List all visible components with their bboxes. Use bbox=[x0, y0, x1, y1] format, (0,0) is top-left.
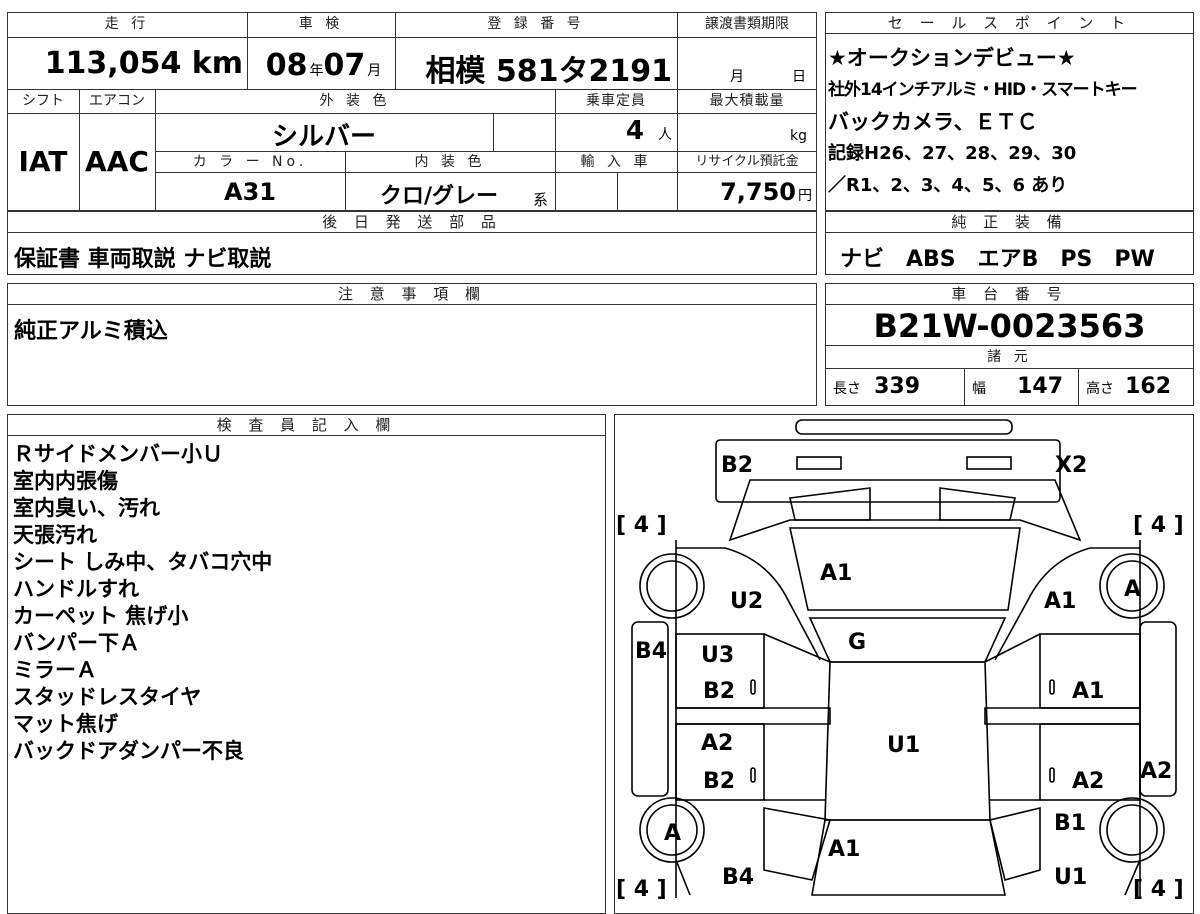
shift-label: シフト bbox=[22, 93, 64, 109]
cautions-value: 純正アルミ積込 bbox=[14, 319, 168, 344]
label-windshield: G bbox=[848, 630, 866, 655]
chassis-header: 車 台 番 号 bbox=[826, 284, 1193, 305]
later-parts-value: 保証書 車両取説 ナビ取説 bbox=[14, 247, 272, 272]
registration-label: 登 録 番 号 bbox=[487, 16, 585, 32]
note-12: バックドアダンパー不良 bbox=[13, 739, 244, 763]
import-label: 輸 入 車 bbox=[580, 154, 652, 170]
spec-length: 長さ 339 bbox=[833, 374, 921, 399]
note-10: スタッドレスタイヤ bbox=[13, 685, 202, 709]
chassis-number: B21W-0023563 bbox=[873, 307, 1146, 345]
color-no-label: カ ラ ー No. bbox=[192, 154, 308, 170]
note-7: カーペット 焦げ小 bbox=[13, 604, 189, 628]
label-door-fl-upper: U3 bbox=[701, 643, 734, 668]
shift-value: IAT bbox=[18, 145, 68, 178]
genuine-equipment-value: ナビ ABS エアB PS PW bbox=[840, 247, 1155, 272]
label-hood: A1 bbox=[820, 561, 852, 586]
max-load-label: 最大積載量 bbox=[709, 93, 785, 109]
interior-suffix: 系 bbox=[533, 191, 549, 209]
label-roof: U1 bbox=[887, 733, 920, 758]
capacity-label: 乗車定員 bbox=[586, 93, 646, 109]
shaken-value: 08 年07 月 bbox=[265, 48, 382, 83]
label-door-rl-upper: A2 bbox=[701, 731, 733, 756]
sales-point-3: バックカメラ、ＥＴＣ bbox=[828, 110, 1038, 134]
note-6: ハンドルすれ bbox=[13, 577, 139, 601]
recycle-value: 7,750 円 bbox=[720, 178, 812, 206]
max-load-unit: kg bbox=[790, 128, 807, 144]
spec-height: 高さ 162 bbox=[1086, 374, 1172, 399]
label-quarter-right: B1 bbox=[1054, 811, 1086, 836]
cautions-header: 注 意 事 項 欄 bbox=[8, 284, 816, 305]
note-1: Ｒサイドメンバー小Ｕ bbox=[13, 442, 223, 466]
deadline-day-unit: 日 bbox=[792, 69, 806, 85]
mileage-label: 走 行 bbox=[104, 16, 150, 32]
label-wheel-fr: A bbox=[1124, 577, 1141, 602]
interior-color-value: クロ/グレー bbox=[380, 184, 499, 209]
label-door-rl-lower: B2 bbox=[703, 769, 735, 794]
recycle-label: リサイクル預託金 bbox=[695, 154, 799, 169]
car-diagram: B2 X2 [ 4 ] [ 4 ] A1 U2 A1 A G B4 U3 B2 … bbox=[616, 419, 1184, 900]
label-door-fl-lower: B2 bbox=[703, 679, 735, 704]
note-11: マット焦げ bbox=[13, 712, 118, 736]
sales-points-header: セ ー ル ス ポ イ ン ト bbox=[826, 13, 1193, 34]
mileage-value: 113,054 km bbox=[44, 46, 243, 81]
transfer-deadline-label: 譲渡書類期限 bbox=[705, 16, 789, 32]
label-front-right: X2 bbox=[1055, 453, 1087, 478]
sales-point-5: ／R1、2、3、4、5、6 あり bbox=[828, 175, 1068, 196]
aircon-value: AAC bbox=[85, 145, 149, 178]
label-trunk: A1 bbox=[828, 837, 860, 862]
note-3: 室内臭い、汚れ bbox=[13, 496, 160, 520]
label-tire-rl: [ 4 ] bbox=[616, 877, 667, 900]
label-door-fr: A1 bbox=[1072, 679, 1104, 704]
exterior-color-value: シルバー bbox=[271, 122, 376, 152]
sales-points-list: ★オークションデビュー★ 社外14インチアルミ・HID・スマートキー バックカメ… bbox=[828, 42, 1192, 202]
label-rear-right: U1 bbox=[1054, 865, 1087, 890]
inspector-notes: Ｒサイドメンバー小Ｕ 室内内張傷 室内臭い、汚れ 天張汚れ シート しみ中、タバ… bbox=[13, 441, 272, 765]
spec-width: 幅 147 bbox=[972, 374, 1064, 399]
label-front-left: B2 bbox=[721, 453, 753, 478]
note-9: ミラーＡ bbox=[13, 658, 97, 682]
note-2: 室内内張傷 bbox=[13, 469, 118, 493]
exterior-color-label: 外 装 色 bbox=[319, 93, 391, 109]
label-tire-fr: [ 4 ] bbox=[1133, 513, 1184, 538]
interior-color-label: 内 装 色 bbox=[414, 154, 486, 170]
deadline-month-unit: 月 bbox=[730, 69, 744, 85]
label-right-side: A2 bbox=[1140, 759, 1172, 784]
label-tire-rr: [ 4 ] bbox=[1133, 877, 1184, 900]
sales-point-4: 記録H26、27、28、29、30 bbox=[828, 143, 1077, 164]
capacity-value: 4人 bbox=[625, 116, 672, 146]
shaken-label: 車 検 bbox=[298, 16, 344, 32]
label-fender-left: U2 bbox=[730, 589, 763, 614]
specs-header: 諸 元 bbox=[987, 349, 1032, 365]
aircon-label: エアコン bbox=[89, 93, 145, 109]
label-door-rr: A2 bbox=[1072, 769, 1104, 794]
label-tire-fl: [ 4 ] bbox=[616, 513, 667, 538]
note-8: バンパー下Ａ bbox=[13, 631, 141, 655]
sales-point-1: ★オークションデビュー★ bbox=[828, 46, 1076, 70]
label-fender-right: A1 bbox=[1044, 589, 1076, 614]
inspector-header: 検 査 員 記 入 欄 bbox=[8, 415, 605, 436]
label-left-side: B4 bbox=[635, 639, 667, 664]
label-wheel-rl: A bbox=[664, 821, 681, 846]
sales-point-2: 社外14インチアルミ・HID・スマートキー bbox=[828, 80, 1138, 100]
label-rear-left: B4 bbox=[722, 865, 754, 890]
genuine-equipment-header: 純 正 装 備 bbox=[826, 212, 1193, 233]
note-4: 天張汚れ bbox=[13, 523, 97, 547]
note-5: シート しみ中、タバコ穴中 bbox=[13, 550, 273, 574]
registration-value: 相模 581タ2191 bbox=[425, 54, 672, 89]
later-parts-header: 後 日 発 送 部 品 bbox=[8, 212, 816, 233]
color-no-value: A31 bbox=[224, 178, 276, 206]
